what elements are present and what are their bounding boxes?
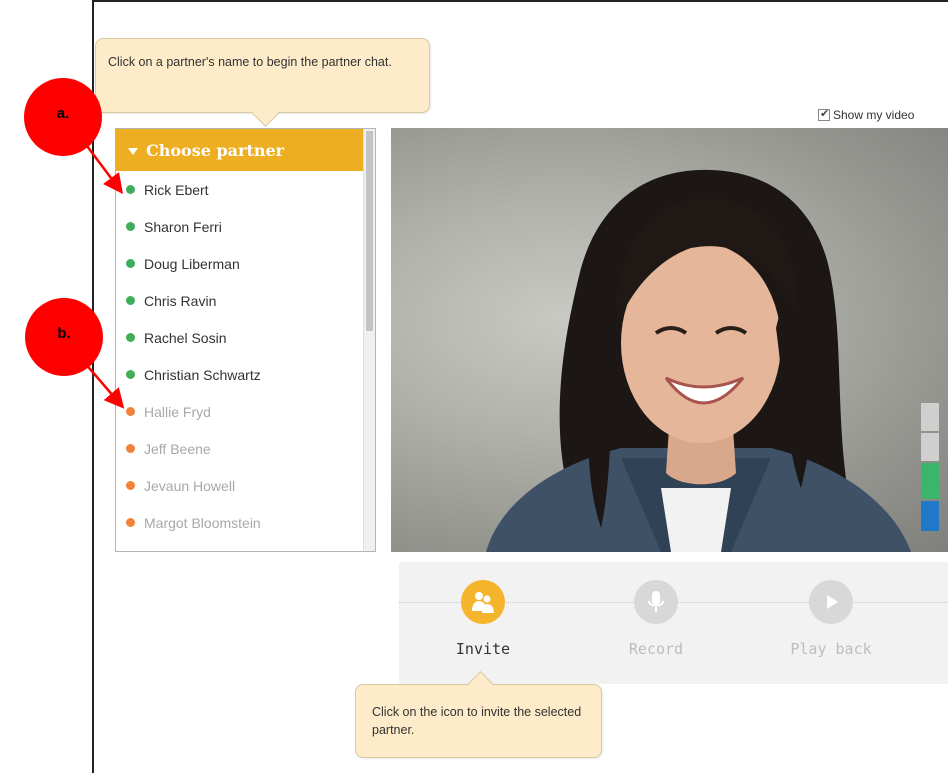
partner-hint-text: Click on a partner's name to begin the p… xyxy=(108,55,392,69)
controls-bar: Invite Record Play back xyxy=(399,562,948,684)
invite-label: Invite xyxy=(455,640,511,658)
play-icon xyxy=(809,580,853,624)
level-meter-segment xyxy=(921,501,939,531)
partner-name: Margot Bloomstein xyxy=(144,514,261,531)
partner-name: Christian Schwartz xyxy=(144,366,261,383)
record-button[interactable]: Record xyxy=(596,580,716,658)
playback-label: Play back xyxy=(790,640,872,658)
offline-status-icon xyxy=(126,407,135,416)
partner-item[interactable]: Rick Ebert xyxy=(116,171,375,208)
choose-partner-title: Choose partner xyxy=(146,140,285,160)
online-status-icon xyxy=(126,296,135,305)
playback-button[interactable]: Play back xyxy=(771,580,891,658)
audio-level-meter xyxy=(921,403,939,531)
partner-name: Sharon Ferri xyxy=(144,218,222,235)
show-my-video-label: Show my video xyxy=(833,108,915,122)
partner-item[interactable]: Rachel Sosin xyxy=(116,319,375,356)
microphone-icon xyxy=(634,580,678,624)
record-label: Record xyxy=(628,640,684,658)
partner-list-scrollbar[interactable] xyxy=(363,129,375,551)
partner-item[interactable]: Hallie Fryd xyxy=(116,393,375,430)
invite-hint-tooltip: Click on the icon to invite the selected… xyxy=(355,684,602,758)
partner-list: Rick Ebert Sharon Ferri Doug Liberman Chris… xyxy=(116,171,375,541)
partner-item[interactable]: Jevaun Howell xyxy=(116,467,375,504)
partner-hint-tooltip: Click on a partner's name to begin the p… xyxy=(95,38,430,113)
annotation-marker-b: b. xyxy=(25,298,103,376)
online-status-icon xyxy=(126,333,135,342)
annotation-marker-a: a. xyxy=(24,78,102,156)
people-icon xyxy=(461,580,505,624)
partner-name: Jeff Beene xyxy=(144,440,211,457)
caret-down-icon xyxy=(128,147,138,155)
partner-name: Hallie Fryd xyxy=(144,403,211,420)
online-status-icon xyxy=(126,370,135,379)
partner-item[interactable]: Margot Bloomstein xyxy=(116,504,375,541)
online-status-icon xyxy=(126,222,135,231)
level-meter-segment xyxy=(921,403,939,431)
partner-name: Rachel Sosin xyxy=(144,329,227,346)
show-my-video-toggle[interactable]: Show my video xyxy=(818,107,915,122)
partner-name: Jevaun Howell xyxy=(144,477,236,494)
offline-status-icon xyxy=(126,518,135,527)
offline-status-icon xyxy=(126,444,135,453)
partner-panel: Choose partner Rick Ebert Sharon Ferri Dou… xyxy=(115,128,376,552)
choose-partner-header[interactable]: Choose partner xyxy=(116,129,375,171)
level-meter-segment xyxy=(921,463,939,499)
partner-item[interactable]: Doug Liberman xyxy=(116,245,375,282)
partner-name: Doug Liberman xyxy=(144,255,240,272)
offline-status-icon xyxy=(126,481,135,490)
partner-name: Chris Ravin xyxy=(144,292,217,309)
video-feed xyxy=(391,128,948,552)
partner-name: Rick Ebert xyxy=(144,181,209,198)
invite-hint-text: Click on the icon to invite the selected… xyxy=(372,705,582,737)
scrollbar-thumb[interactable] xyxy=(366,131,373,331)
invite-button[interactable]: Invite xyxy=(423,580,543,658)
show-my-video-checkbox[interactable] xyxy=(818,107,830,121)
partner-item[interactable]: Christian Schwartz xyxy=(116,356,375,393)
partner-video-image xyxy=(486,169,911,552)
partner-item[interactable]: Jeff Beene xyxy=(116,430,375,467)
level-meter-segment xyxy=(921,433,939,461)
marker-b-label: b. xyxy=(57,324,71,342)
partner-item[interactable]: Chris Ravin xyxy=(116,282,375,319)
online-status-icon xyxy=(126,259,135,268)
marker-a-label: a. xyxy=(56,104,70,122)
online-status-icon xyxy=(126,185,135,194)
partner-item[interactable]: Sharon Ferri xyxy=(116,208,375,245)
